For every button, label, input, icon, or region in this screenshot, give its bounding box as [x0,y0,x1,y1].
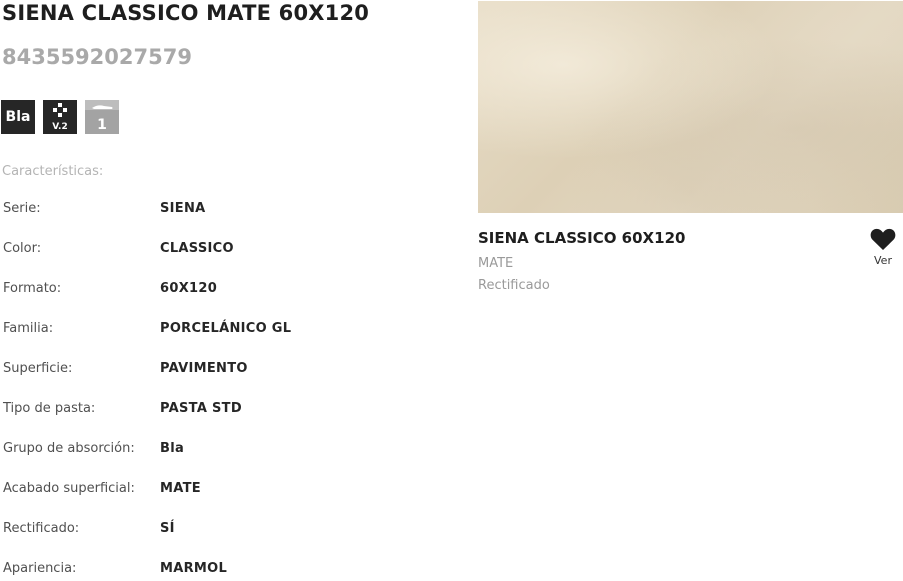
spec-value: PASTA STD [160,401,242,416]
spec-label: Color: [3,241,42,256]
spec-value: PAVIMENTO [160,361,248,376]
spec-row-tipo-pasta: Tipo de pasta: PASTA STD [0,401,470,421]
spec-row-rectificado: Rectificado: SÍ [0,521,470,541]
badge-group: Bla V.2 1 [1,100,119,134]
spec-value: 60X120 [160,281,218,296]
spec-value: PORCELÁNICO GL [160,321,292,336]
spec-row-familia: Familia: PORCELÁNICO GL [0,321,470,341]
spec-label: Grupo de absorción: [3,441,135,456]
spec-value: MARMOL [160,561,228,576]
spec-label: Rectificado: [3,521,80,536]
spec-row-serie: Serie: SIENA [0,201,470,221]
pattern-variation-icon [53,103,67,117]
heart-icon [870,228,896,250]
variation-badge: V.2 [43,100,77,134]
absorption-badge-label: Bla [5,109,31,125]
slip-badge: 1 [85,100,119,134]
spec-row-apariencia: Apariencia: MARMOL [0,561,470,581]
spec-value: MATE [160,481,201,496]
spec-value: SIENA [160,201,206,216]
spec-label: Serie: [3,201,41,216]
spec-label: Acabado superficial: [3,481,135,496]
spec-value: SÍ [160,521,175,536]
product-ean: 8435592027579 [2,45,192,69]
specs-heading: Características: [2,164,104,179]
spec-row-grupo-absorcion: Grupo de absorción: Bla [0,441,470,461]
slip-badge-label: 1 [97,117,107,133]
card-title[interactable]: SIENA CLASSICO 60X120 [478,229,685,247]
spec-row-acabado: Acabado superficial: MATE [0,481,470,501]
product-title: SIENA CLASSICO MATE 60X120 [2,1,370,25]
variation-badge-label: V.2 [52,122,68,132]
absorption-badge: Bla [1,100,35,134]
card-finish: MATE [478,256,514,271]
spec-value: CLASSICO [160,241,234,256]
spec-label: Formato: [3,281,62,296]
spec-label: Superficie: [3,361,73,376]
spec-label: Tipo de pasta: [3,401,96,416]
spec-label: Apariencia: [3,561,77,576]
slip-resistance-icon [92,105,113,109]
spec-row-color: Color: CLASSICO [0,241,470,261]
favorite-label: Ver [874,254,892,267]
product-image[interactable] [478,1,903,213]
favorite-button[interactable]: Ver [866,228,900,274]
card-edge: Rectificado [478,278,550,293]
spec-value: Bla [160,441,185,456]
spec-label: Familia: [3,321,54,336]
spec-row-superficie: Superficie: PAVIMENTO [0,361,470,381]
spec-row-formato: Formato: 60X120 [0,281,470,301]
